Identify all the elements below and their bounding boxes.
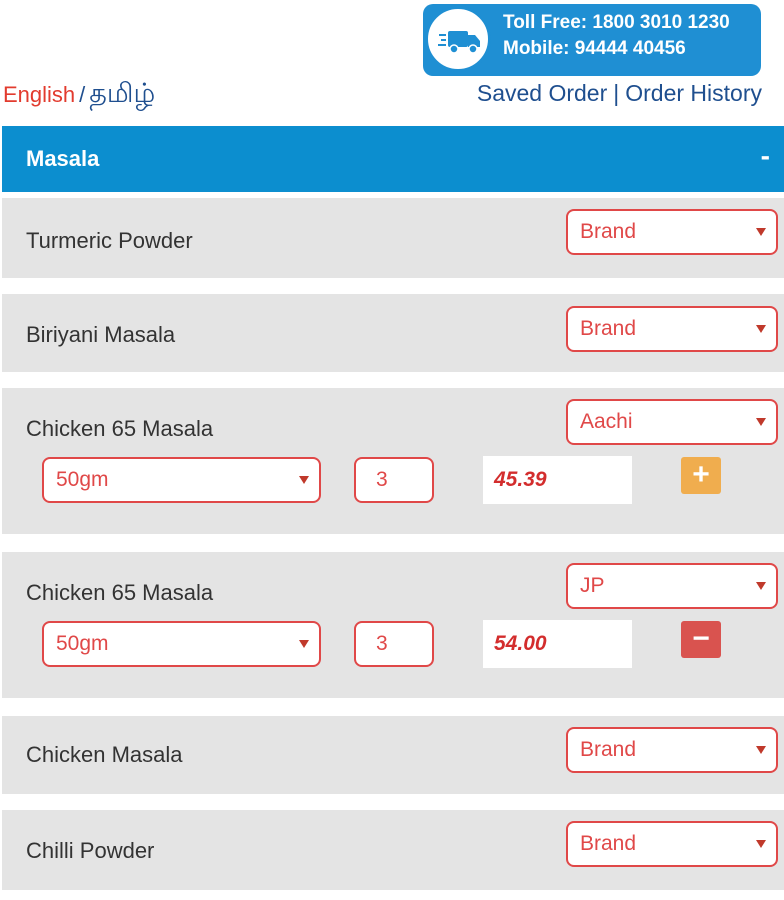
unit-select[interactable]: 50gm [42,621,321,667]
brand-select-value: Aachi [580,410,633,433]
order-links: Saved Order | Order History [477,80,762,107]
product-name: Chicken Masala [26,742,183,767]
product-row: Biriyani Masala Brand [2,294,784,372]
unit-select-value: 50gm [56,632,109,655]
product-name: Turmeric Powder [26,228,193,253]
remove-item-button[interactable]: − [681,621,721,658]
product-name: Biriyani Masala [26,322,176,347]
toll-free-number[interactable]: Toll Free: 1800 3010 1230 [503,12,730,34]
brand-select[interactable]: Brand [566,821,778,867]
brand-select[interactable]: Aachi [566,399,778,445]
category-title: Masala [26,146,100,171]
quantity-value: 3 [376,632,388,655]
product-row: Chicken 65 Masala JP 50gm 3 54.00 − [2,552,784,698]
lang-english-link[interactable]: English [3,82,75,107]
brand-select[interactable]: Brand [566,306,778,352]
brand-select-value: Brand [580,220,637,243]
price-value: 54.00 [494,632,547,655]
chevron-down-icon [756,582,766,590]
chevron-down-icon [756,746,766,754]
order-history-link[interactable]: Order History [625,80,762,106]
product-row: Chilli Powder Brand [2,810,784,890]
brand-select-value: JP [580,574,605,597]
price-value: 45.39 [494,468,547,491]
mobile-number[interactable]: Mobile: 94444 40456 [503,38,686,60]
product-row: Chicken Masala Brand [2,716,784,794]
contact-box: Toll Free: 1800 3010 1230 Mobile: 94444 … [423,4,761,76]
delivery-truck-icon [425,6,491,72]
lang-separator: / [79,82,86,107]
chevron-down-icon [756,325,766,333]
add-item-button[interactable]: + [681,457,721,494]
product-row: Chicken 65 Masala Aachi 50gm 3 45.39 + [2,388,784,534]
chevron-down-icon [299,640,309,648]
product-row: Turmeric Powder Brand [2,198,784,278]
category-header-masala[interactable]: Masala - [2,126,784,192]
quantity-value: 3 [376,468,388,491]
price-field: 54.00 [483,620,632,668]
brand-select[interactable]: Brand [566,209,778,255]
product-name: Chicken 65 Masala [26,416,214,441]
chevron-down-icon [299,476,309,484]
brand-select-value: Brand [580,832,637,855]
chevron-down-icon [756,840,766,848]
collapse-toggle-icon[interactable]: - [761,140,770,172]
lang-tamil-link[interactable]: தமிழ் [89,78,155,108]
chevron-down-icon [756,418,766,426]
price-field: 45.39 [483,456,632,504]
saved-order-link[interactable]: Saved Order [477,80,607,106]
brand-select[interactable]: Brand [566,727,778,773]
unit-select-value: 50gm [56,468,109,491]
product-name: Chilli Powder [26,838,155,863]
brand-select-value: Brand [580,317,637,340]
link-separator: | [613,80,620,106]
unit-select[interactable]: 50gm [42,457,321,503]
brand-select-value: Brand [580,738,637,761]
language-switcher: English / தமிழ் [3,78,155,113]
product-name: Chicken 65 Masala [26,580,214,605]
quantity-input[interactable]: 3 [354,457,434,503]
brand-select[interactable]: JP [566,563,778,609]
quantity-input[interactable]: 3 [354,621,434,667]
chevron-down-icon [756,228,766,236]
